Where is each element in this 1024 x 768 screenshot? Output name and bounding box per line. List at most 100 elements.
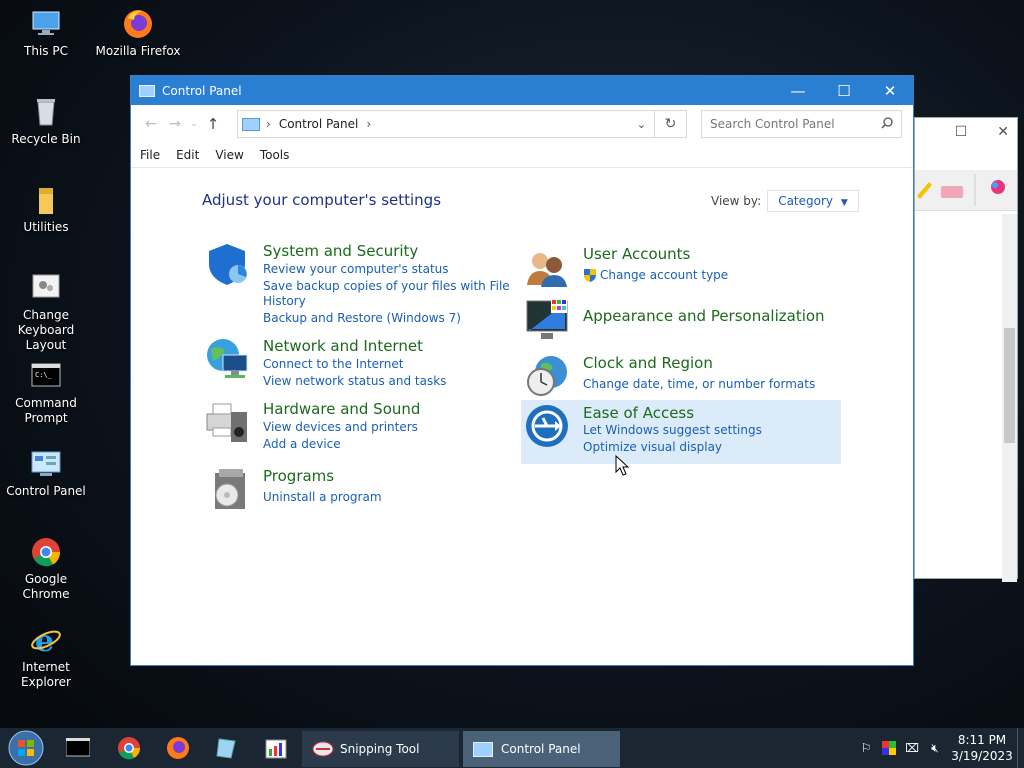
window-title: Control Panel — [162, 83, 242, 98]
category-title[interactable]: Programs — [263, 467, 334, 485]
category-link[interactable]: Save backup copies of your files with Fi… — [263, 279, 510, 294]
shield-icon — [205, 242, 249, 286]
category-link[interactable]: History — [263, 294, 306, 309]
network-globe-icon — [205, 337, 249, 381]
desktop-icon-change-keyboard-layout[interactable]: Change Keyboard Layout — [0, 272, 92, 353]
desktop-icon-label: Change Keyboard Layout — [17, 308, 75, 352]
monitor-palette-icon — [525, 297, 569, 341]
taskbar-app-label: Control Panel — [501, 742, 581, 756]
view-by-value: Category — [778, 194, 834, 208]
network-tray-icon[interactable]: ⚐ — [855, 741, 877, 755]
taskbar-paint[interactable] — [250, 728, 302, 768]
scrollbar-thumb[interactable] — [1004, 328, 1015, 443]
breadcrumb-separator-icon[interactable]: › — [366, 117, 371, 131]
category-link[interactable]: Optimize visual display — [583, 440, 722, 455]
control-panel-icon — [30, 448, 62, 480]
desktop-icon-firefox[interactable]: Mozilla Firefox — [92, 8, 184, 59]
menu-tools[interactable]: Tools — [260, 148, 290, 162]
category-network-and-internet: Network and Internet Connect to the Inte… — [205, 337, 495, 389]
category-user-accounts: User Accounts Change account type — [525, 245, 815, 291]
firefox-icon — [122, 8, 154, 40]
taskbar-chrome[interactable] — [104, 728, 154, 768]
volume-muted-icon[interactable]: 🔇︎ — [923, 741, 947, 756]
color-tray-icon[interactable] — [877, 741, 901, 755]
maximize-icon[interactable]: ☐ — [955, 124, 968, 140]
taskbar-clock[interactable]: 8:11 PM 3/19/2023 — [947, 732, 1017, 764]
control-panel-window[interactable]: Control Panel — ☐ ✕ ← → ⌄ ↑ › Control Pa… — [130, 75, 914, 666]
category-link[interactable]: Add a device — [263, 437, 341, 452]
search-icon[interactable] — [881, 116, 893, 132]
address-bar[interactable]: › Control Panel › ⌄ — [237, 110, 655, 138]
category-link[interactable]: Change date, time, or number formats — [583, 377, 815, 392]
breadcrumb-control-panel[interactable]: Control Panel — [279, 117, 359, 131]
close-button[interactable]: ✕ — [867, 76, 913, 105]
system-tray: ⚐ ⌧ 🔇︎ 8:11 PM 3/19/2023 — [855, 728, 1024, 768]
maximize-button[interactable]: ☐ — [821, 76, 867, 105]
desktop-icon-google-chrome[interactable]: Google Chrome — [0, 536, 92, 602]
up-arrow-icon[interactable]: ↑ — [201, 115, 225, 133]
start-button[interactable] — [0, 728, 52, 768]
category-link[interactable]: Let Windows suggest settings — [583, 423, 762, 438]
address-dropdown-chevron-icon[interactable]: ⌄ — [637, 118, 646, 131]
category-link[interactable]: View devices and printers — [263, 420, 418, 435]
close-icon[interactable]: ✕ — [997, 124, 1009, 140]
desktop-icon-utilities[interactable]: Utilities — [0, 184, 92, 235]
category-title[interactable]: Clock and Region — [583, 354, 713, 372]
back-arrow-icon[interactable]: ← — [139, 116, 163, 132]
minimize-button[interactable]: — — [775, 76, 821, 105]
category-title[interactable]: Hardware and Sound — [263, 400, 420, 418]
chrome-icon — [118, 737, 141, 760]
internet-explorer-icon: e — [30, 624, 62, 659]
category-link[interactable]: Uninstall a program — [263, 490, 382, 505]
refresh-button[interactable]: ↻ — [655, 110, 687, 138]
category-title[interactable]: Ease of Access — [583, 404, 694, 422]
clock-time: 8:11 PM — [957, 733, 1007, 747]
chrome-icon — [30, 536, 62, 568]
breadcrumb-separator-icon: › — [266, 117, 271, 131]
menu-edit[interactable]: Edit — [176, 148, 199, 162]
recycle-bin-icon — [30, 96, 62, 128]
show-desktop-button[interactable] — [1017, 728, 1024, 768]
category-title[interactable]: System and Security — [263, 242, 418, 260]
desktop-icon-internet-explorer[interactable]: e Internet Explorer — [0, 624, 92, 690]
taskbar-firefox[interactable] — [154, 728, 202, 768]
desktop-icon-label: This PC — [24, 44, 68, 58]
desktop-icon-recycle-bin[interactable]: Recycle Bin — [0, 96, 92, 147]
category-link[interactable]: Connect to the Internet — [263, 357, 403, 372]
usb-tray-icon[interactable]: ⌧ — [901, 741, 923, 755]
firefox-icon — [167, 737, 189, 759]
ease-of-access-icon — [525, 404, 569, 448]
desktop-icon-label: Control Panel — [6, 484, 86, 498]
taskbar-notepad[interactable] — [202, 728, 250, 768]
search-placeholder: Search Control Panel — [710, 117, 835, 131]
category-link[interactable]: Backup and Restore (Windows 7) — [263, 311, 461, 326]
background-window[interactable]: ☐ ✕ — [914, 117, 1018, 582]
desktop-icon-label: Internet Explorer — [21, 660, 71, 689]
desktop-icon-label: Google Chrome — [22, 572, 70, 601]
background-window-toolbar — [915, 170, 1017, 211]
forward-arrow-icon[interactable]: → — [163, 116, 187, 132]
category-link[interactable]: Change account type — [600, 268, 728, 283]
taskbar-control-panel[interactable]: Control Panel — [463, 731, 620, 767]
menu-file[interactable]: File — [140, 148, 160, 162]
taskbar-snipping-tool[interactable]: Snipping Tool — [302, 731, 459, 767]
view-by-label: View by: — [711, 194, 762, 208]
category-link[interactable]: Review your computer's status — [263, 262, 449, 277]
control-panel-icon — [242, 117, 260, 131]
desktop-icon-this-pc[interactable]: This PC — [0, 8, 92, 59]
category-ease-of-access: Ease of Access Let Windows suggest setti… — [525, 404, 815, 460]
title-bar[interactable]: Control Panel — ☐ ✕ — [131, 76, 913, 105]
category-link[interactable]: View network status and tasks — [263, 374, 446, 389]
view-by-dropdown[interactable]: Category ▼ — [767, 190, 859, 212]
category-title[interactable]: Appearance and Personalization — [583, 307, 825, 325]
menu-view[interactable]: View — [215, 148, 243, 162]
category-title[interactable]: User Accounts — [583, 245, 690, 263]
programs-disc-box-icon — [205, 467, 249, 511]
search-input[interactable]: Search Control Panel — [701, 110, 902, 138]
desktop-icon-control-panel[interactable]: Control Panel — [0, 448, 92, 499]
control-panel-icon — [473, 741, 493, 757]
recent-locations-chevron-icon[interactable]: ⌄ — [187, 119, 201, 129]
category-title[interactable]: Network and Internet — [263, 337, 423, 355]
desktop-icon-command-prompt[interactable]: C:\_ Command Prompt — [0, 360, 92, 426]
taskbar-command-prompt[interactable] — [52, 728, 104, 768]
